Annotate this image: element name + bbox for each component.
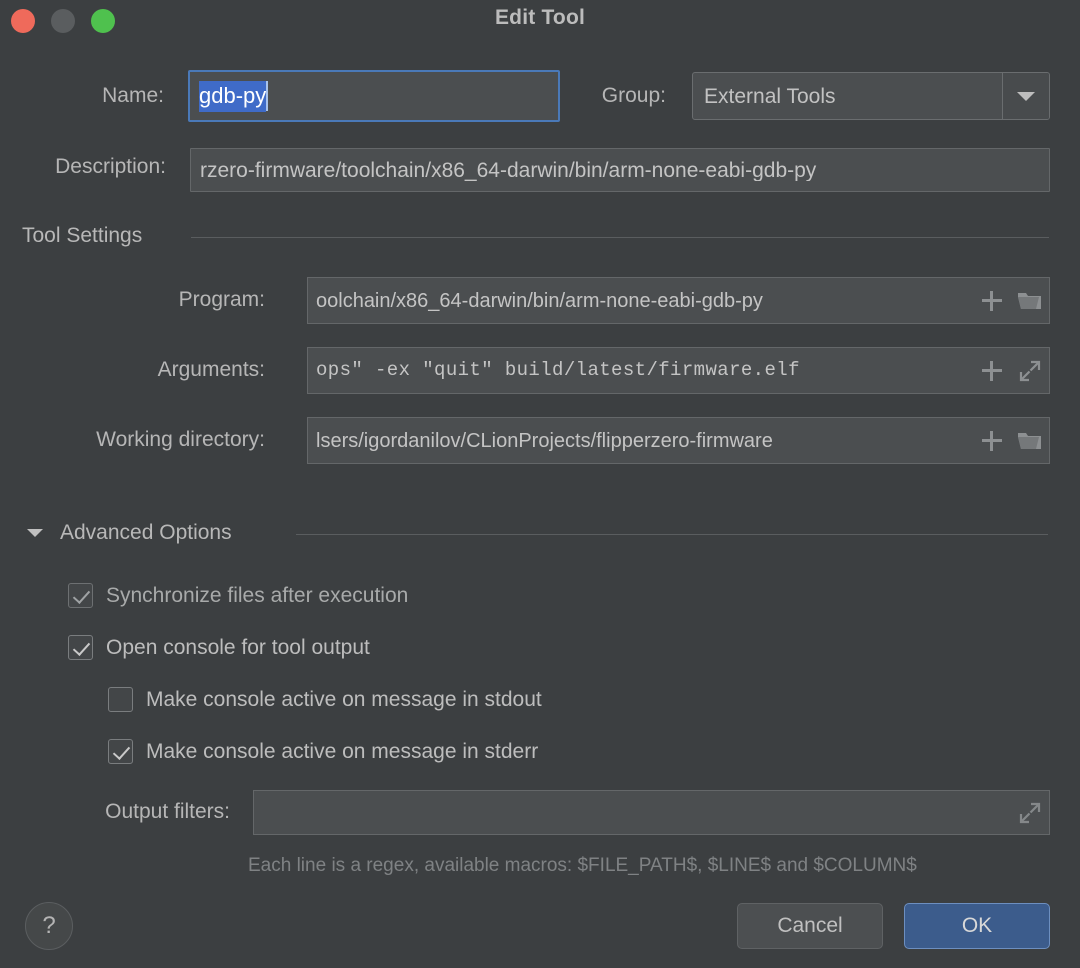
ok-button[interactable]: OK xyxy=(904,903,1050,949)
checkbox-label: Make console active on message in stdout xyxy=(146,688,542,712)
cancel-button-label: Cancel xyxy=(777,914,842,938)
tool-settings-section-title: Tool Settings xyxy=(22,224,142,248)
checkbox-label: Make console active on message in stderr xyxy=(146,740,538,764)
group-select[interactable]: External Tools xyxy=(692,72,1050,120)
window-title: Edit Tool xyxy=(0,6,1080,30)
edit-tool-dialog: Edit Tool Name: gdb-py Group: External T… xyxy=(0,0,1080,968)
group-select-value: External Tools xyxy=(693,86,1002,107)
checkbox-label: Synchronize files after execution xyxy=(106,584,408,608)
arguments-label: Arguments: xyxy=(0,358,265,382)
output-filters-label: Output filters: xyxy=(0,800,230,824)
help-button[interactable]: ? xyxy=(25,902,73,950)
checkbox-row-synchronize-files[interactable]: Synchronize files after execution xyxy=(68,583,408,608)
output-filters-input[interactable] xyxy=(253,790,1050,835)
checkbox-synchronize-files[interactable] xyxy=(68,583,93,608)
output-filters-hint: Each line is a regex, available macros: … xyxy=(248,855,917,877)
ok-button-label: OK xyxy=(962,914,992,938)
name-input[interactable]: gdb-py xyxy=(188,70,560,122)
description-label: Description: xyxy=(0,155,166,179)
working-directory-label: Working directory: xyxy=(0,428,265,452)
help-icon: ? xyxy=(42,912,55,940)
working-directory-input[interactable]: lsers/igordanilov/CLionProjects/flipperz… xyxy=(307,417,1050,464)
advanced-options-disclosure-icon[interactable] xyxy=(27,529,43,537)
program-label: Program: xyxy=(0,288,265,312)
expand-editor-icon[interactable] xyxy=(1011,791,1049,834)
insert-macro-icon[interactable] xyxy=(973,348,1011,393)
advanced-options-section-title[interactable]: Advanced Options xyxy=(60,521,232,545)
checkbox-console-active-stdout[interactable] xyxy=(108,687,133,712)
chevron-down-icon[interactable] xyxy=(1002,73,1049,119)
cancel-button[interactable]: Cancel xyxy=(737,903,883,949)
title-bar: Edit Tool xyxy=(0,0,1080,42)
program-input[interactable]: oolchain/x86_64-darwin/bin/arm-none-eabi… xyxy=(307,277,1050,324)
expand-editor-icon[interactable] xyxy=(1011,348,1049,393)
checkbox-row-open-console[interactable]: Open console for tool output xyxy=(68,635,370,660)
name-input-value: gdb-py xyxy=(199,81,266,112)
insert-macro-icon[interactable] xyxy=(973,418,1011,463)
program-input-value: oolchain/x86_64-darwin/bin/arm-none-eabi… xyxy=(308,291,973,311)
advanced-options-divider xyxy=(296,534,1048,535)
browse-folder-icon[interactable] xyxy=(1011,418,1049,463)
description-input-value: rzero-firmware/toolchain/x86_64-darwin/b… xyxy=(191,160,1049,181)
group-label: Group: xyxy=(520,84,666,108)
arguments-input[interactable]: ops" -ex "quit" build/latest/firmware.el… xyxy=(307,347,1050,394)
checkbox-console-active-stderr[interactable] xyxy=(108,739,133,764)
text-caret xyxy=(266,81,268,111)
checkbox-row-console-active-stdout[interactable]: Make console active on message in stdout xyxy=(108,687,542,712)
checkbox-row-console-active-stderr[interactable]: Make console active on message in stderr xyxy=(108,739,538,764)
tool-settings-divider xyxy=(191,237,1049,238)
working-directory-input-value: lsers/igordanilov/CLionProjects/flipperz… xyxy=(308,431,973,451)
checkbox-label: Open console for tool output xyxy=(106,636,370,660)
browse-folder-icon[interactable] xyxy=(1011,278,1049,323)
checkbox-open-console[interactable] xyxy=(68,635,93,660)
description-input[interactable]: rzero-firmware/toolchain/x86_64-darwin/b… xyxy=(190,148,1050,192)
name-label: Name: xyxy=(0,84,164,108)
insert-macro-icon[interactable] xyxy=(973,278,1011,323)
arguments-input-value: ops" -ex "quit" build/latest/firmware.el… xyxy=(308,361,973,380)
